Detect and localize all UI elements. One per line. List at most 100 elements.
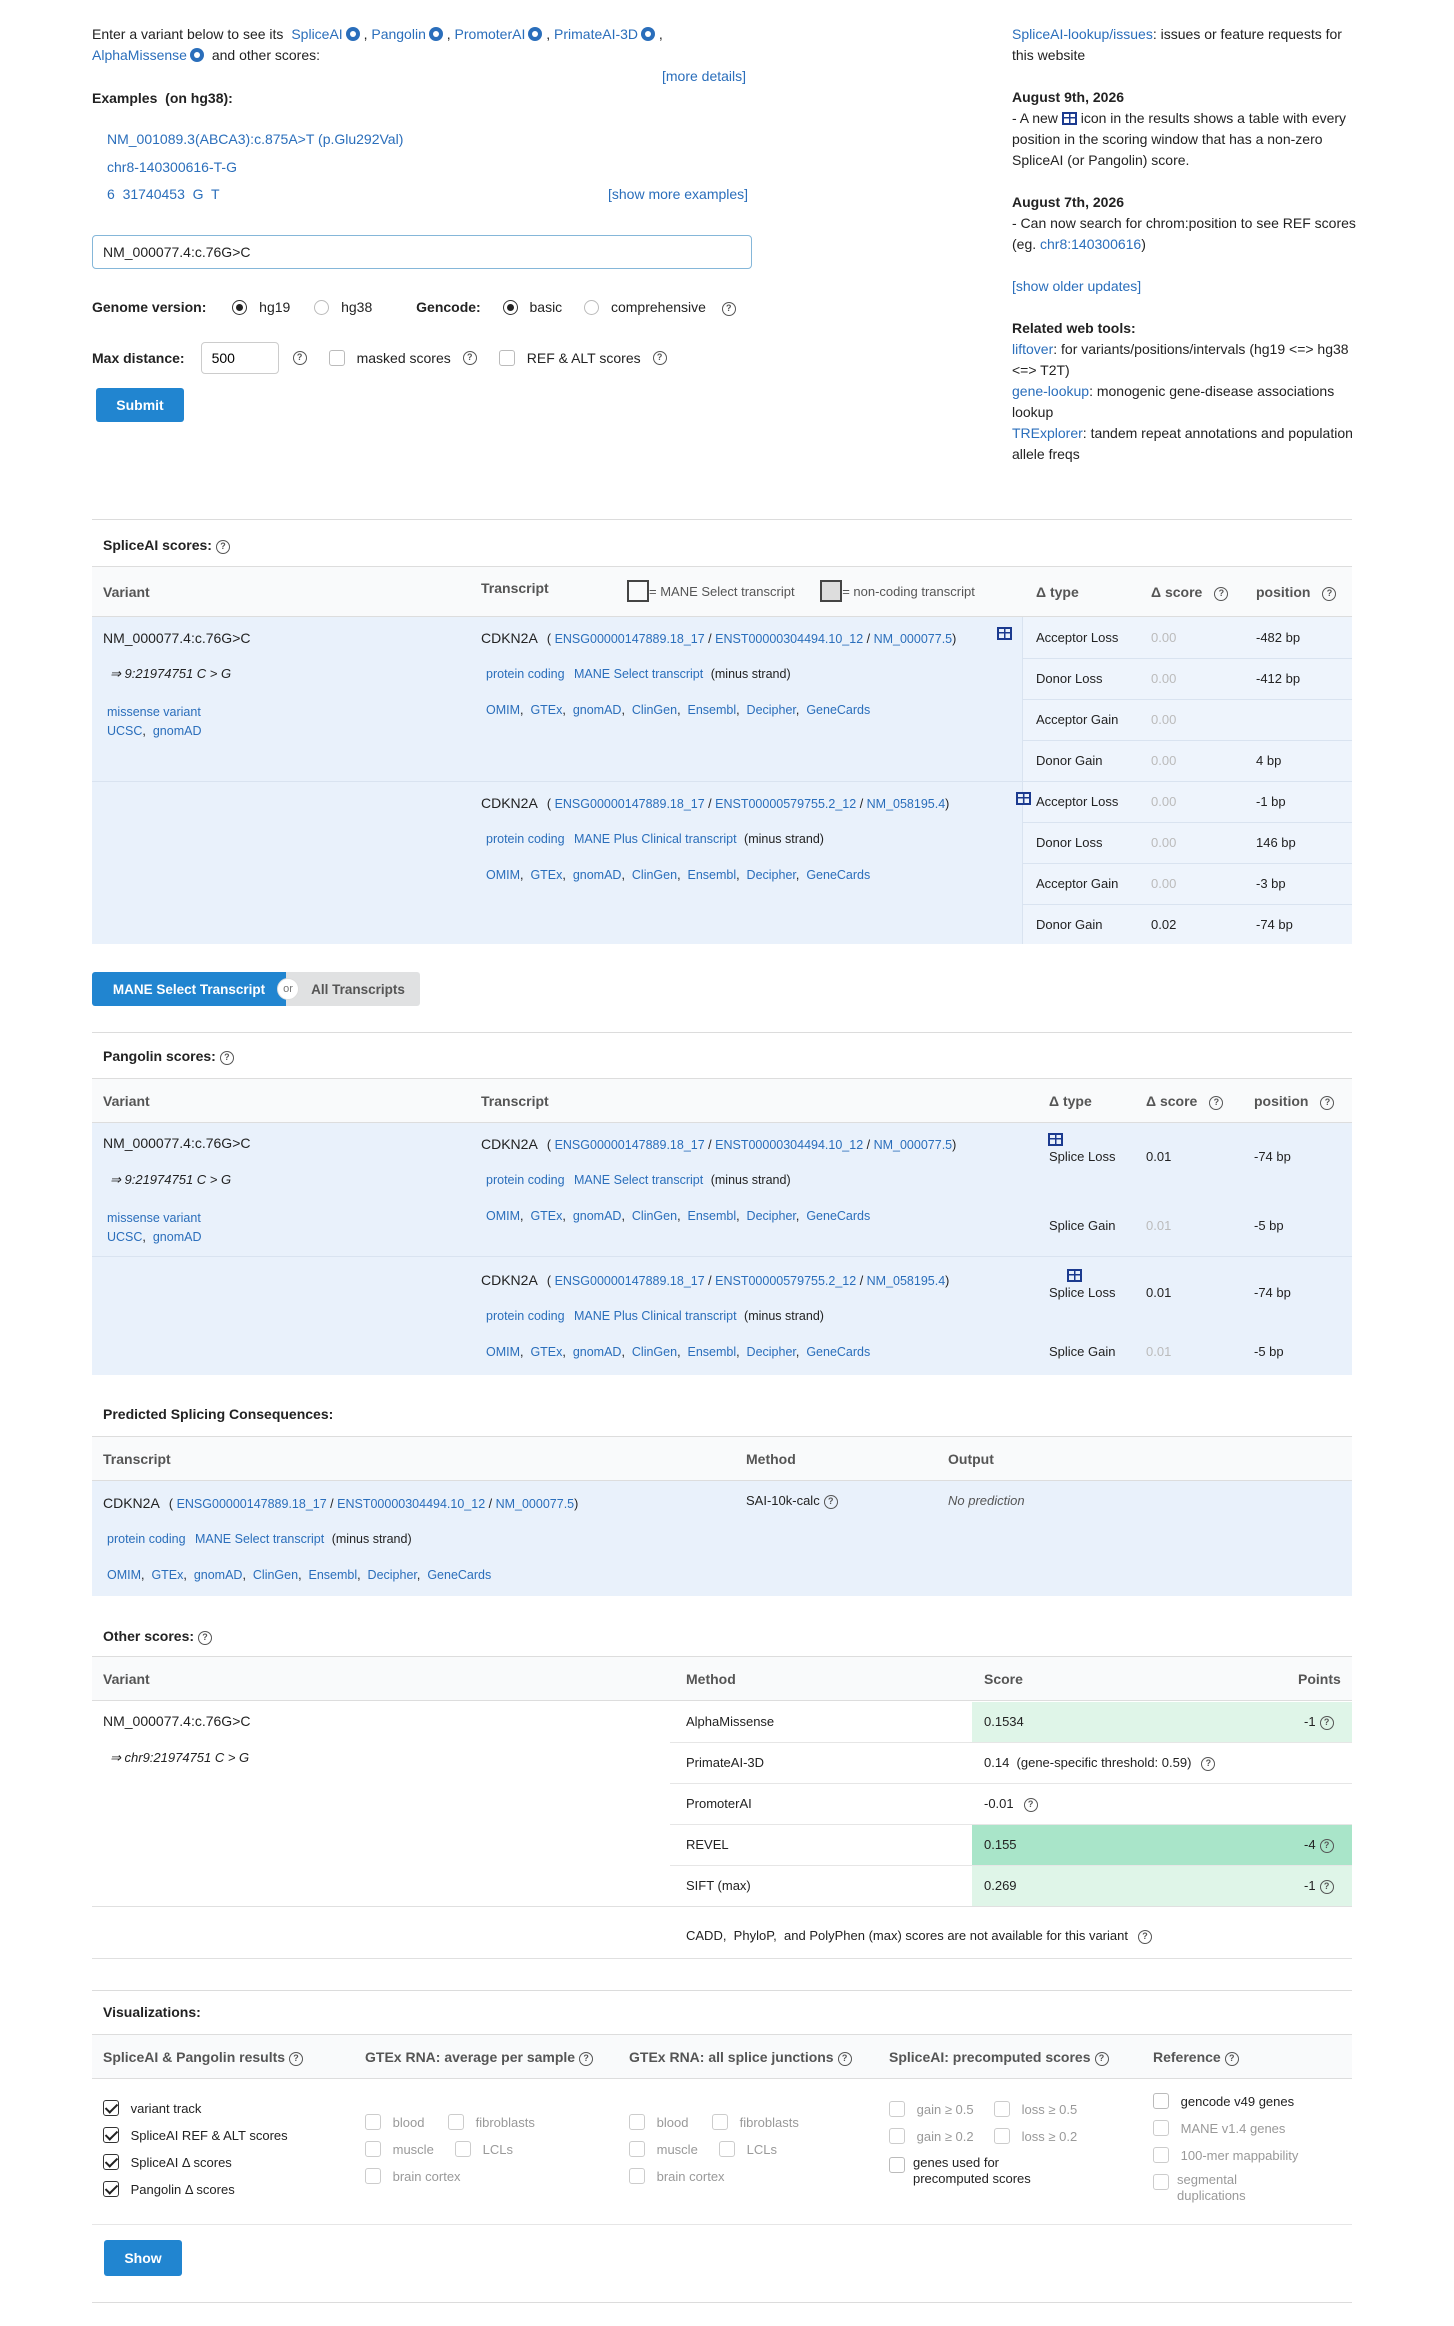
primateai-link[interactable]: PrimateAI-3D xyxy=(554,26,638,42)
help-icon[interactable]: ? xyxy=(1023,1798,1038,1812)
viz-option[interactable]: fibroblasts xyxy=(712,2114,799,2130)
hg19-radio[interactable] xyxy=(232,300,248,315)
viz-option[interactable]: LCLs xyxy=(455,2141,513,2157)
biotype-link[interactable]: protein coding xyxy=(486,667,565,681)
genecards-link[interactable]: GeneCards xyxy=(806,703,870,717)
decipher-link[interactable]: Decipher xyxy=(747,1345,796,1359)
enst-link[interactable]: ENST00000304494.10_12 xyxy=(337,1497,485,1511)
viz-option[interactable]: muscle xyxy=(629,2141,698,2157)
omim-link[interactable]: OMIM xyxy=(486,1345,520,1359)
blood-checkbox[interactable] xyxy=(365,2114,381,2130)
refseq-link[interactable]: NM_000077.5 xyxy=(874,632,953,646)
viz-option[interactable]: blood xyxy=(365,2114,424,2130)
gnomad-link[interactable]: gnomAD xyxy=(194,1568,243,1582)
clingen-link[interactable]: ClinGen xyxy=(632,868,677,882)
viz-option[interactable]: gencode v49 genes xyxy=(1153,2093,1294,2109)
ucsc-link[interactable]: UCSC xyxy=(107,724,142,738)
ucsc-link[interactable]: UCSC xyxy=(107,1230,142,1244)
help-icon[interactable]: ? xyxy=(823,1495,838,1509)
issues-link[interactable]: SpliceAI-lookup/issues xyxy=(1012,26,1153,42)
help-icon[interactable]: ? xyxy=(721,302,736,316)
all-transcripts-button[interactable]: All Transcripts xyxy=(286,972,420,1006)
help-icon[interactable]: ? xyxy=(198,1631,213,1645)
viz-option[interactable]: variant track xyxy=(103,2100,201,2116)
gnomad-link[interactable]: gnomAD xyxy=(153,724,202,738)
clingen-link[interactable]: ClinGen xyxy=(632,703,677,717)
viz-option[interactable]: genes used for precomputed scores xyxy=(889,2155,1049,2187)
ensg-link[interactable]: ENSG00000147889.18_17 xyxy=(177,1497,327,1511)
omim-link[interactable]: OMIM xyxy=(486,703,520,717)
biotype-link[interactable]: protein coding xyxy=(107,1532,186,1546)
mappability-checkbox[interactable] xyxy=(1153,2147,1169,2163)
mane-genes-checkbox[interactable] xyxy=(1153,2120,1169,2136)
viz-option[interactable]: brain cortex xyxy=(365,2168,461,2184)
help-icon[interactable]: ? xyxy=(1224,2052,1239,2066)
clingen-link[interactable]: ClinGen xyxy=(632,1345,677,1359)
spliceai-ref-alt-checkbox[interactable] xyxy=(103,2127,119,2143)
github-icon[interactable] xyxy=(345,27,360,41)
mane-link[interactable]: MANE Select transcript xyxy=(574,1173,703,1187)
example-link-3[interactable]: 6 31740453 G T xyxy=(107,186,220,202)
viz-option[interactable]: muscle xyxy=(365,2141,434,2157)
more-details-link[interactable]: [more details] xyxy=(662,68,746,84)
fibroblasts-checkbox[interactable] xyxy=(712,2114,728,2130)
mane-select-transcript-button[interactable]: MANE Select Transcript xyxy=(92,972,286,1006)
viz-option[interactable]: segmental duplications xyxy=(1153,2172,1293,2204)
github-icon[interactable] xyxy=(428,27,443,41)
help-icon[interactable]: ? xyxy=(1137,1930,1152,1944)
show-button[interactable]: Show xyxy=(104,2240,182,2276)
enst-link[interactable]: ENST00000304494.10_12 xyxy=(715,1138,863,1152)
help-icon[interactable]: ? xyxy=(1201,1757,1216,1771)
variant-track-checkbox[interactable] xyxy=(103,2100,119,2116)
mane-link[interactable]: MANE Select transcript xyxy=(574,667,703,681)
table-icon[interactable] xyxy=(997,627,1012,640)
github-icon[interactable] xyxy=(641,27,656,41)
refseq-link[interactable]: NM_000077.5 xyxy=(496,1497,575,1511)
help-icon[interactable]: ? xyxy=(652,351,667,365)
help-icon[interactable]: ? xyxy=(579,2052,594,2066)
promoterai-link[interactable]: PromoterAI xyxy=(455,26,526,42)
example-link-1[interactable]: NM_001089.3(ABCA3):c.875A>T (p.Glu292Val… xyxy=(107,131,403,147)
ensembl-link[interactable]: Ensembl xyxy=(308,1568,357,1582)
brain-cortex-checkbox[interactable] xyxy=(365,2168,381,2184)
help-icon[interactable]: ? xyxy=(1319,1839,1334,1853)
hg38-radio[interactable] xyxy=(314,300,330,315)
gain-05-checkbox[interactable] xyxy=(889,2101,905,2117)
ensg-link[interactable]: ENSG00000147889.18_17 xyxy=(555,632,705,646)
variant-search-input[interactable] xyxy=(92,235,752,269)
clingen-link[interactable]: ClinGen xyxy=(632,1209,677,1223)
enst-link[interactable]: ENST00000579755.2_12 xyxy=(715,797,856,811)
viz-option[interactable]: MANE v1.4 genes xyxy=(1153,2120,1285,2136)
gtex-link[interactable]: GTEx xyxy=(151,1568,183,1582)
genecards-link[interactable]: GeneCards xyxy=(427,1568,491,1582)
gtex-link[interactable]: GTEx xyxy=(530,703,562,717)
gencode-genes-checkbox[interactable] xyxy=(1153,2093,1169,2109)
muscle-checkbox[interactable] xyxy=(629,2141,645,2157)
help-icon[interactable]: ? xyxy=(837,2052,852,2066)
viz-option[interactable]: Pangolin Δ scores xyxy=(103,2181,235,2197)
trexplorer-link[interactable]: TRExplorer xyxy=(1012,425,1083,441)
viz-option[interactable]: SpliceAI REF & ALT scores xyxy=(103,2127,288,2143)
ensembl-link[interactable]: Ensembl xyxy=(687,1209,736,1223)
decipher-link[interactable]: Decipher xyxy=(368,1568,417,1582)
table-icon[interactable] xyxy=(1015,792,1031,805)
help-icon[interactable]: ? xyxy=(219,1051,234,1065)
loss-02-checkbox[interactable] xyxy=(994,2128,1010,2144)
ensembl-link[interactable]: Ensembl xyxy=(687,703,736,717)
example-link-2[interactable]: chr8-140300616-T-G xyxy=(107,159,237,175)
consequence-link[interactable]: missense variant xyxy=(107,1211,201,1225)
pangolin-link[interactable]: Pangolin xyxy=(371,26,426,42)
muscle-checkbox[interactable] xyxy=(365,2141,381,2157)
github-icon[interactable] xyxy=(189,48,204,62)
pangolin-delta-checkbox[interactable] xyxy=(103,2181,119,2197)
help-icon[interactable]: ? xyxy=(292,351,307,365)
biotype-link[interactable]: protein coding xyxy=(486,1173,565,1187)
help-icon[interactable]: ? xyxy=(215,540,230,554)
viz-option[interactable]: 100-mer mappability xyxy=(1153,2147,1298,2163)
clingen-link[interactable]: ClinGen xyxy=(253,1568,298,1582)
decipher-link[interactable]: Decipher xyxy=(747,703,796,717)
help-icon[interactable]: ? xyxy=(1319,1716,1334,1730)
gnomad-link[interactable]: gnomAD xyxy=(573,703,622,717)
gnomad-link[interactable]: gnomAD xyxy=(573,1345,622,1359)
omim-link[interactable]: OMIM xyxy=(107,1568,141,1582)
